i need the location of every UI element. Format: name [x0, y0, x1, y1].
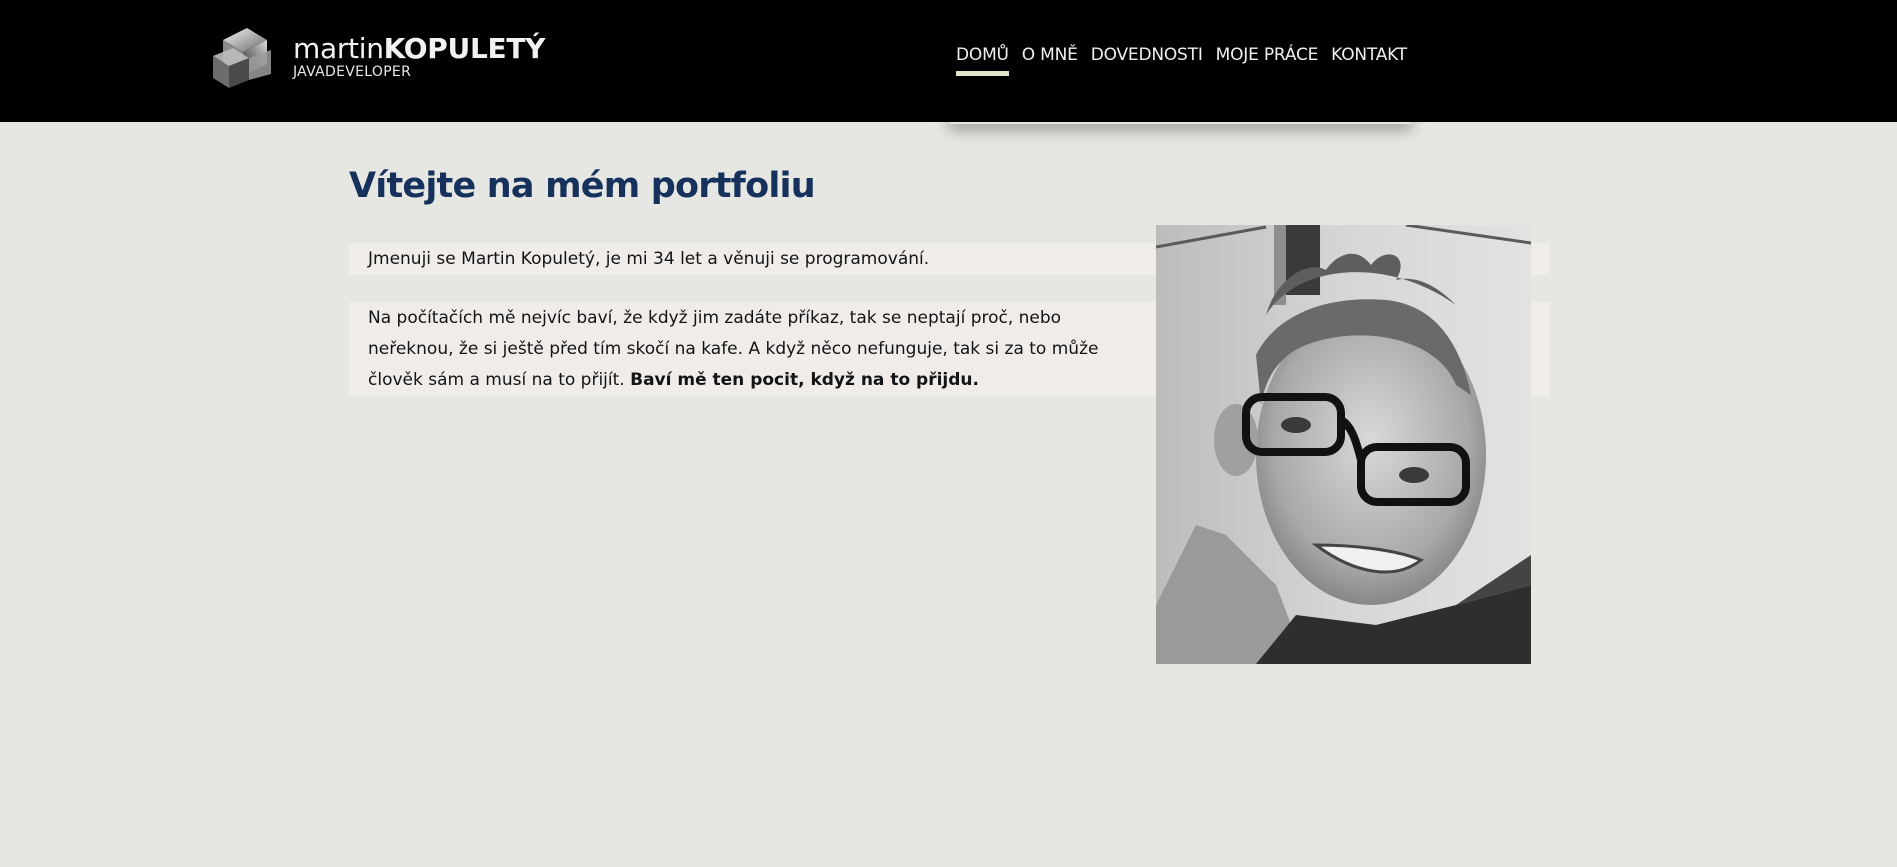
main-nav: DOMŮ O MNĚ DOVEDNOSTI MOJE PRÁCE KONTAKT: [956, 43, 1407, 76]
about-paragraph-bold: Baví mě ten pocit, když na to přijdu.: [630, 370, 979, 390]
nav-item-domu[interactable]: DOMŮ: [956, 43, 1009, 76]
logo-subtitle: JAVADEVELOPER: [293, 64, 412, 80]
logo[interactable]: martinKOPULETÝ JAVADEVELOPER: [205, 18, 545, 98]
site-header: martinKOPULETÝ JAVADEVELOPER DOMŮ O MNĚ …: [0, 0, 1897, 122]
profile-photo: [1156, 225, 1531, 664]
profile-photo-image: [1156, 225, 1531, 664]
logo-name-last: KOPULETÝ: [383, 32, 546, 65]
cube-logo-icon: [213, 28, 271, 88]
page-title: Vítejte na mém portfoliu: [349, 166, 816, 206]
logo-name: martinKOPULETÝ: [293, 34, 545, 64]
nav-shadow: [948, 112, 1413, 124]
nav-item-o-mne[interactable]: O MNĚ: [1022, 43, 1078, 67]
logo-text: martinKOPULETÝ JAVADEVELOPER: [293, 18, 545, 81]
nav-item-dovednosti[interactable]: DOVEDNOSTI: [1091, 43, 1203, 67]
nav-item-kontakt[interactable]: KONTAKT: [1331, 43, 1407, 67]
logo-name-first: martin: [293, 32, 384, 65]
nav-item-moje-prace[interactable]: MOJE PRÁCE: [1216, 43, 1319, 67]
